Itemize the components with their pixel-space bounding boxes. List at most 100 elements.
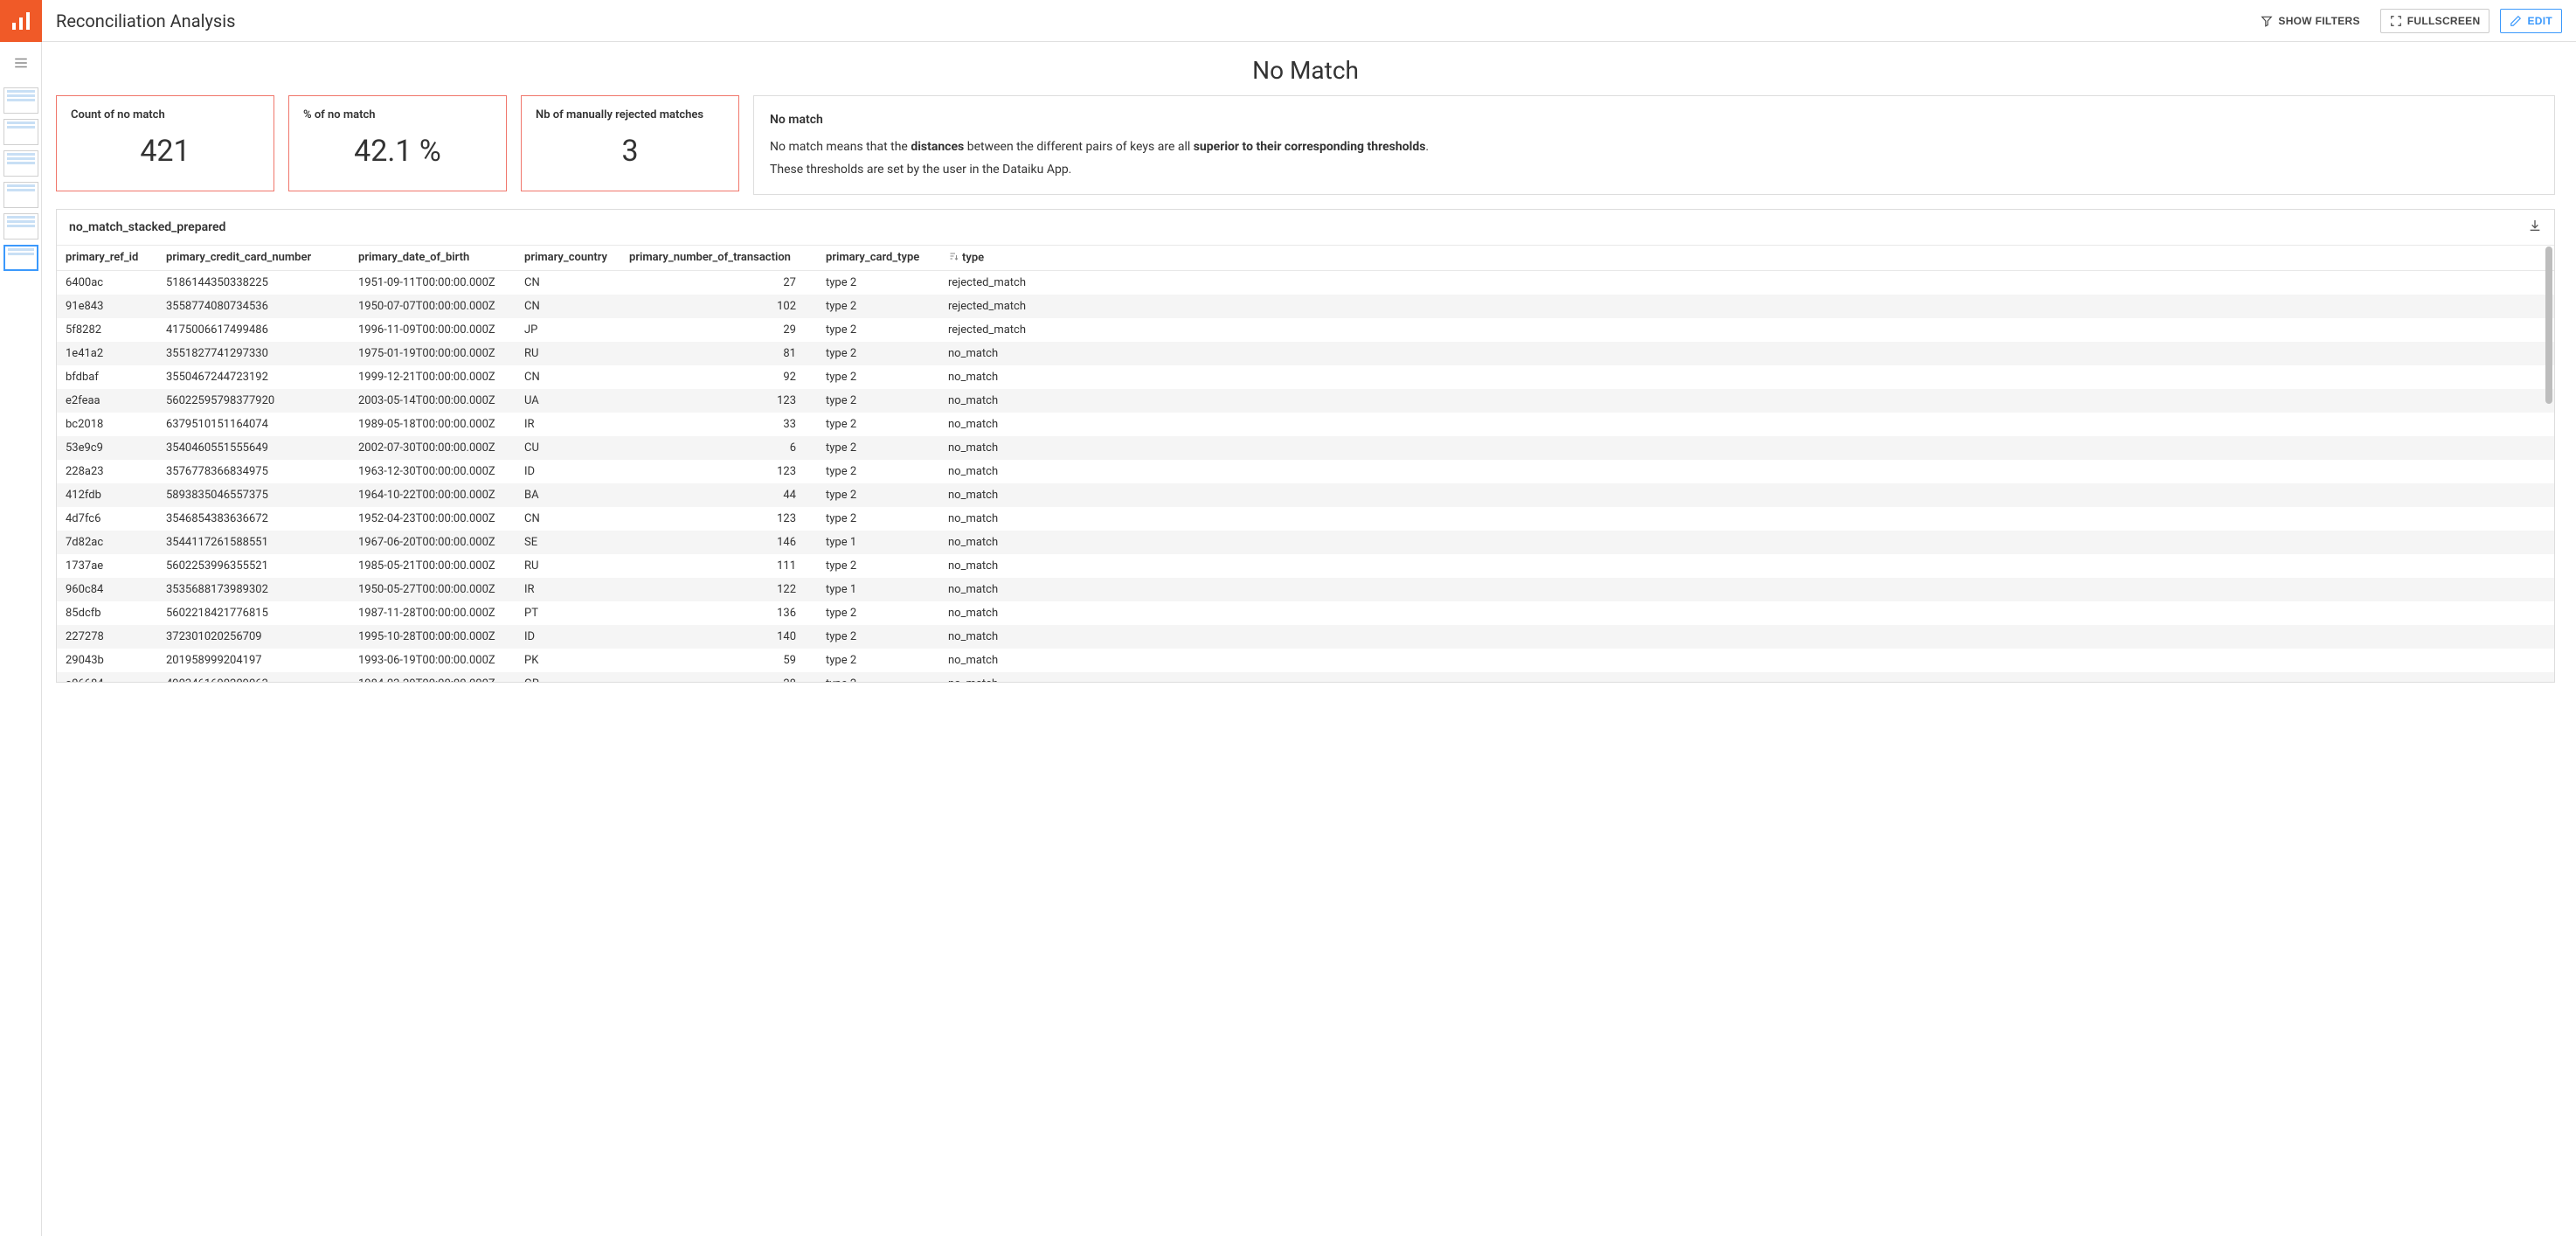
table-cell: type 2	[817, 342, 939, 365]
table-cell: 1999-12-21T00:00:00.000Z	[350, 365, 516, 389]
table-cell: rejected_match	[939, 318, 1079, 342]
table-row[interactable]: 412fdb58938350465573751964-10-22T00:00:0…	[57, 483, 2554, 507]
table-cell: a06684	[57, 672, 157, 682]
table-cell: 5f8282	[57, 318, 157, 342]
download-button[interactable]	[2528, 219, 2542, 236]
table-cell: type 2	[817, 460, 939, 483]
table-cell: 412fdb	[57, 483, 157, 507]
table-row[interactable]: 1737ae56022539963555211985-05-21T00:00:0…	[57, 554, 2554, 578]
fullscreen-button[interactable]: FULLSCREEN	[2380, 9, 2490, 33]
table-cell: 81	[620, 342, 817, 365]
table-cell: PK	[516, 649, 620, 672]
scrollbar-thumb[interactable]	[2545, 247, 2552, 404]
table-row[interactable]: 91e84335587740807345361950-07-07T00:00:0…	[57, 295, 2554, 318]
table-row[interactable]: bc201863795101511640741989-05-18T00:00:0…	[57, 413, 2554, 436]
page-thumb-active[interactable]	[3, 245, 38, 271]
table-row[interactable]: 53e9c935404605515556492002-07-30T00:00:0…	[57, 436, 2554, 460]
table-cell: 3540460551555649	[157, 436, 350, 460]
table-cell: no_match	[939, 365, 1079, 389]
table-cell: type 2	[817, 270, 939, 295]
menu-toggle-icon[interactable]	[0, 42, 42, 84]
table-row[interactable]: a0668449034616902090631984-03-29T00:00:0…	[57, 672, 2554, 682]
table-row[interactable]: 6400ac51861443503382251951-09-11T00:00:0…	[57, 270, 2554, 295]
show-filters-button[interactable]: SHOW FILTERS	[2251, 9, 2369, 33]
table-cell: 4903461690209063	[157, 672, 350, 682]
table-cell: 3558774080734536	[157, 295, 350, 318]
table-row[interactable]: 228a2335767783668349751963-12-30T00:00:0…	[57, 460, 2554, 483]
page-thumb[interactable]	[3, 119, 38, 145]
top-bar: Reconciliation Analysis SHOW FILTERS FUL…	[42, 0, 2576, 42]
table-row[interactable]: bfdbaf35504672447231921999-12-21T00:00:0…	[57, 365, 2554, 389]
page-thumb[interactable]	[3, 182, 38, 208]
table-cell: 3551827741297330	[157, 342, 350, 365]
table-cell: 3535688173989302	[157, 578, 350, 601]
table-cell: 123	[620, 507, 817, 531]
table-row[interactable]: 1e41a235518277412973301975-01-19T00:00:0…	[57, 342, 2554, 365]
table-cell: type 2	[817, 649, 939, 672]
table-cell: 146	[620, 531, 817, 554]
table-cell: 5602218421776815	[157, 601, 350, 625]
table-row[interactable]: 29043b2019589992041971993-06-19T00:00:00…	[57, 649, 2554, 672]
table-cell: 4d7fc6	[57, 507, 157, 531]
column-header[interactable]: primary_credit_card_number	[157, 245, 350, 270]
table-scroll[interactable]: primary_ref_idprimary_credit_card_number…	[57, 245, 2554, 682]
table-cell: CN	[516, 365, 620, 389]
table-cell: 1950-07-07T00:00:00.000Z	[350, 295, 516, 318]
table-row[interactable]: 5f828241750066174994861996-11-09T00:00:0…	[57, 318, 2554, 342]
table-cell: no_match	[939, 460, 1079, 483]
table-row[interactable]: 85dcfb56022184217768151987-11-28T00:00:0…	[57, 601, 2554, 625]
table-cell: 136	[620, 601, 817, 625]
table-cell: 1996-11-09T00:00:00.000Z	[350, 318, 516, 342]
table-cell: CN	[516, 507, 620, 531]
column-header[interactable]: type	[939, 245, 1079, 270]
table-cell: 6379510151164074	[157, 413, 350, 436]
column-header[interactable]: primary_country	[516, 245, 620, 270]
info-text-1: No match means that the distances betwee…	[770, 135, 2538, 159]
column-header[interactable]: primary_ref_id	[57, 245, 157, 270]
table-row[interactable]: e2feaa560225957983779202003-05-14T00:00:…	[57, 389, 2554, 413]
table-cell: 5186144350338225	[157, 270, 350, 295]
column-header[interactable]: primary_number_of_transaction	[620, 245, 817, 270]
table-cell: UA	[516, 389, 620, 413]
data-table: primary_ref_idprimary_credit_card_number…	[57, 245, 2554, 682]
table-cell: 3544117261588551	[157, 531, 350, 554]
info-title: No match	[770, 108, 2538, 132]
table-cell: 2003-05-14T00:00:00.000Z	[350, 389, 516, 413]
info-card: No match No match means that the distanc…	[753, 95, 2555, 195]
table-cell: 228a23	[57, 460, 157, 483]
table-cell: 29	[620, 318, 817, 342]
table-cell: 1984-03-29T00:00:00.000Z	[350, 672, 516, 682]
table-cell: 102	[620, 295, 817, 318]
table-cell: 1993-06-19T00:00:00.000Z	[350, 649, 516, 672]
table-row[interactable]: 7d82ac35441172615885511967-06-20T00:00:0…	[57, 531, 2554, 554]
table-cell: no_match	[939, 578, 1079, 601]
table-row[interactable]: 960c8435356881739893021950-05-27T00:00:0…	[57, 578, 2554, 601]
column-header[interactable]: primary_date_of_birth	[350, 245, 516, 270]
table-cell: BA	[516, 483, 620, 507]
table-cell: IR	[516, 578, 620, 601]
edit-button[interactable]: EDIT	[2500, 9, 2562, 33]
table-cell: e2feaa	[57, 389, 157, 413]
page-thumb[interactable]	[3, 213, 38, 240]
table-cell: 1967-06-20T00:00:00.000Z	[350, 531, 516, 554]
column-header[interactable]: primary_card_type	[817, 245, 939, 270]
table-cell: 44	[620, 483, 817, 507]
download-icon	[2528, 219, 2542, 233]
table-row[interactable]: 4d7fc635468543836366721952-04-23T00:00:0…	[57, 507, 2554, 531]
logo-icon[interactable]	[0, 0, 42, 42]
table-row[interactable]: 2272783723010202567091995-10-28T00:00:00…	[57, 625, 2554, 649]
page-thumb[interactable]	[3, 150, 38, 177]
table-cell: 5893835046557375	[157, 483, 350, 507]
table-cell: 123	[620, 389, 817, 413]
table-cell: rejected_match	[939, 295, 1079, 318]
table-cell: 2002-07-30T00:00:00.000Z	[350, 436, 516, 460]
table-cell: 1985-05-21T00:00:00.000Z	[350, 554, 516, 578]
table-cell: CU	[516, 436, 620, 460]
table-cell: type 2	[817, 436, 939, 460]
table-cell: 1952-04-23T00:00:00.000Z	[350, 507, 516, 531]
table-cell: type 2	[817, 672, 939, 682]
table-cell: 6400ac	[57, 270, 157, 295]
page-thumb[interactable]	[3, 87, 38, 114]
table-cell: 91e843	[57, 295, 157, 318]
table-cell: 1987-11-28T00:00:00.000Z	[350, 601, 516, 625]
